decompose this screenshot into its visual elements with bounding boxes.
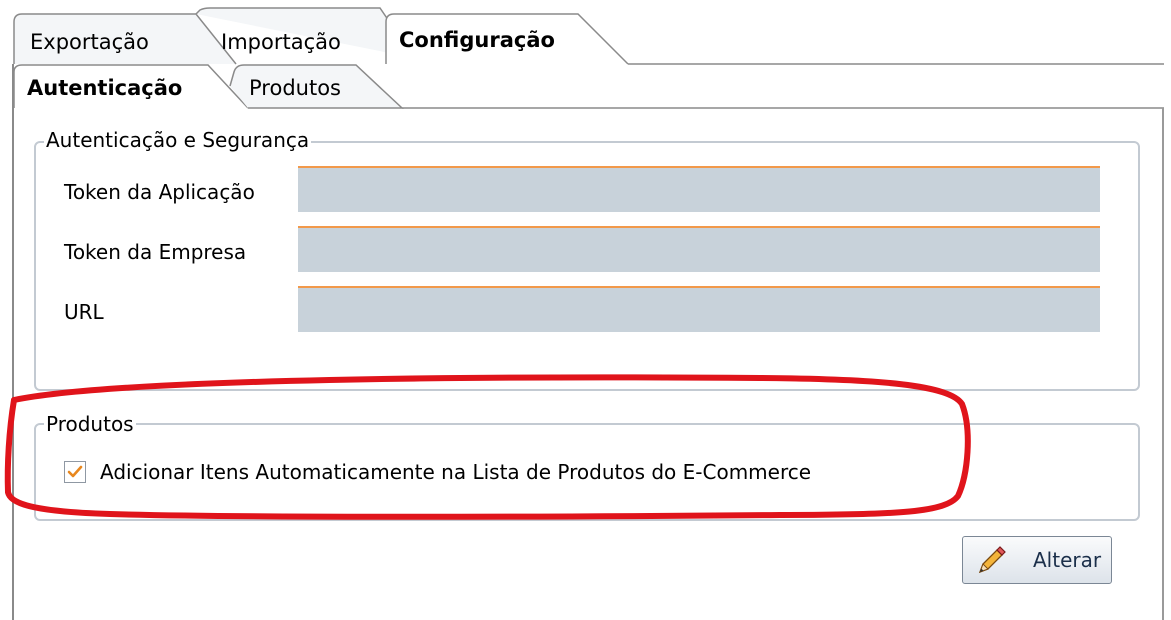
token-aplicacao-input[interactable] — [298, 166, 1100, 212]
token-aplicacao-label: Token da Aplicação — [64, 180, 255, 204]
tab-autenticacao[interactable]: Autenticação — [27, 76, 182, 100]
tab-configuracao[interactable]: Configuração — [399, 28, 555, 52]
tab-produtos[interactable]: Produtos — [249, 76, 341, 100]
products-legend: Produtos — [44, 412, 136, 436]
pencil-icon — [978, 546, 1006, 574]
alter-button[interactable]: Alterar — [962, 536, 1112, 584]
tab-importacao[interactable]: Importação — [221, 30, 341, 54]
auto-add-checkbox[interactable] — [64, 461, 86, 483]
checkmark-icon — [67, 465, 83, 478]
tab-strip: Exportação Importação Configuração Auten… — [0, 0, 1171, 109]
panel-right-border — [1162, 108, 1164, 620]
panel-left-border — [12, 64, 14, 620]
alter-button-label: Alterar — [1033, 548, 1102, 572]
tab-exportacao[interactable]: Exportação — [30, 30, 149, 54]
auto-add-checkbox-label[interactable]: Adicionar Itens Automaticamente na Lista… — [100, 460, 811, 484]
token-empresa-input[interactable] — [298, 226, 1100, 272]
url-label: URL — [64, 300, 104, 324]
url-input[interactable] — [298, 286, 1100, 332]
token-empresa-label: Token da Empresa — [64, 240, 247, 264]
auth-security-legend: Autenticação e Segurança — [44, 128, 312, 152]
